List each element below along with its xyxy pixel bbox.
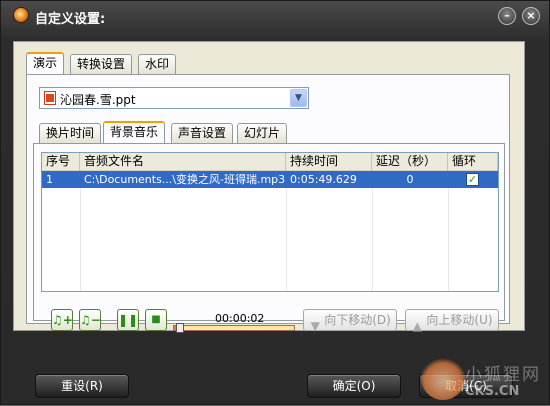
tab-slide-timing[interactable]: 换片时间 [39,123,102,143]
fox-logo-icon [421,356,465,400]
move-down-label: 向下移动(D) [324,313,391,327]
column-duration[interactable]: 持续时间 [286,153,372,171]
settings-panel: 演示 转换设置 水印 沁园春.雪.ppt ▼ 换片时间 背景音乐 声音设置 幻灯… [13,41,525,331]
column-divider [372,171,373,291]
tab-presentation[interactable]: 演示 [26,52,65,74]
playback-progress-handle[interactable] [176,323,185,333]
chevron-down-icon[interactable]: ▼ [290,89,307,107]
dialog-window: 自定义设置: – × 演示 转换设置 水印 沁园春.雪.ppt ▼ 换片时间 背… [0,0,550,405]
title-bar[interactable]: 自定义设置: – × [1,1,549,31]
move-up-button[interactable]: ▲ 向上移动(U) [405,309,499,333]
tab-slides[interactable]: 幻灯片 [237,123,288,143]
audio-list[interactable]: 序号 音频文件名 持续时间 延迟（秒） 循环 1 C:\Documents...… [41,152,499,292]
tab-background-music[interactable]: 背景音乐 [103,121,166,143]
list-header: 序号 音频文件名 持续时间 延迟（秒） 循环 [42,153,498,171]
watermark-domain: CKS.CN [465,384,520,399]
playback-time: 00:00:02 [215,312,265,325]
file-select[interactable]: 沁园春.雪.ppt ▼ [39,87,309,109]
column-delay[interactable]: 延迟（秒） [372,153,448,171]
app-icon [13,7,29,23]
minimize-icon[interactable]: – [498,7,516,25]
file-select-value: 沁园春.雪.ppt [60,93,136,107]
reset-button[interactable]: 重设(R) [35,374,129,398]
close-icon[interactable]: × [522,7,540,25]
arrow-up-icon: ▲ [412,318,423,333]
cell-audio-file: C:\Documents...\变换之风-班得瑞.mp3 [84,173,286,186]
add-music-icon[interactable]: ♫+ [51,309,73,331]
ppt-file-icon [44,91,56,105]
cell-delay: 0 [406,173,414,186]
tab-conversion-settings[interactable]: 转换设置 [70,54,133,74]
tab-watermark[interactable]: 水印 [138,54,177,74]
ok-button[interactable]: 确定(O) [307,374,401,398]
playback-progress-bar[interactable] [173,323,295,333]
move-up-label: 向上移动(U) [426,313,493,327]
site-watermark: 小狐狸网 CKS.CN [421,356,550,406]
column-audio-file[interactable]: 音频文件名 [80,153,286,171]
column-divider [286,171,287,291]
stop-icon[interactable]: ■ [145,309,167,331]
pause-icon[interactable]: ❚❚ [117,309,139,331]
arrow-down-icon: ▼ [310,318,320,333]
column-divider [448,171,449,291]
tab-sound-settings[interactable]: 声音设置 [171,123,234,143]
cell-duration: 0:05:49.629 [290,173,357,186]
table-row[interactable]: 1 C:\Documents...\变换之风-班得瑞.mp3 0:05:49.6… [42,171,498,188]
window-title: 自定义设置: [35,12,106,27]
inner-tab-pane: 序号 音频文件名 持续时间 延迟（秒） 循环 1 C:\Documents...… [33,143,505,321]
column-loop[interactable]: 循环 [448,153,498,171]
watermark-text: 小狐狸网 [465,365,541,385]
outer-tab-pane: 沁园春.雪.ppt ▼ 换片时间 背景音乐 声音设置 幻灯片 序号 音频文件名 … [26,74,510,324]
remove-music-icon[interactable]: ♫− [79,309,101,331]
column-divider [80,171,81,291]
move-down-button[interactable]: ▼ 向下移动(D) [303,309,397,333]
loop-checkbox[interactable]: ✓ [466,173,479,186]
column-index[interactable]: 序号 [42,153,80,171]
cell-index: 1 [46,173,53,186]
